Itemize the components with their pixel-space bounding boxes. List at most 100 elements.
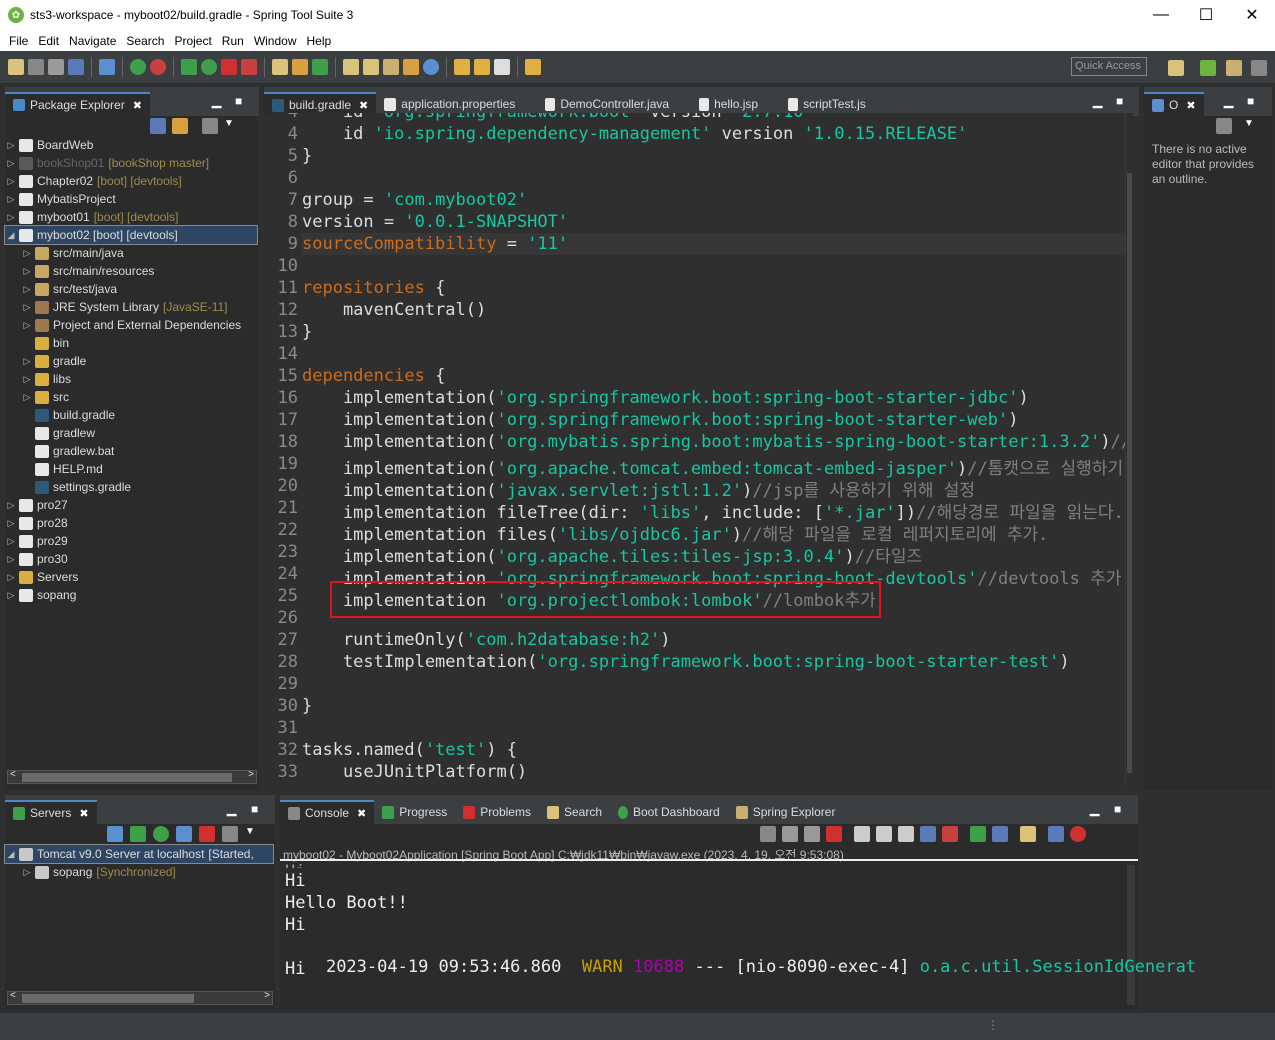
menu-search[interactable]: Search [121,34,169,48]
close-tab-icon[interactable]: ✖ [133,99,142,112]
close-tab-icon[interactable]: ✖ [357,807,366,820]
code-line[interactable]: } [302,322,312,342]
tree-item[interactable]: ▷ pro27 [5,496,257,514]
open-task-icon[interactable] [363,59,379,75]
close-icon[interactable]: ✕ [1229,0,1275,30]
tree-item[interactable]: bin [5,334,257,352]
code-line[interactable]: implementation('org.mybatis.spring.boot:… [302,432,1126,452]
tree-item[interactable]: ▷ pro30 [5,550,257,568]
globe-icon[interactable] [423,59,439,75]
pen-icon[interactable] [383,59,399,75]
menu-edit[interactable]: Edit [33,34,64,48]
tab-progress[interactable]: Progress [374,800,455,824]
code-line[interactable]: repositories { [302,278,445,298]
java-perspective-icon[interactable] [1226,60,1242,76]
start-server-icon[interactable] [130,59,146,75]
code-line[interactable]: } [302,146,312,166]
open-type-icon[interactable] [343,59,359,75]
code-line[interactable]: group = 'com.myboot02' [302,190,527,210]
tab-search[interactable]: Search [539,800,610,824]
prev-annotation-icon[interactable] [454,59,470,75]
minimize-view-icon[interactable]: ▁ [212,94,221,108]
menu-navigate[interactable]: Navigate [64,34,121,48]
start-server-icon[interactable] [130,826,146,842]
code-editor[interactable]: 4 id 'org.springframework.boot' version … [266,113,1126,785]
minimize-icon[interactable]: — [1138,0,1184,30]
spring-perspective-icon[interactable] [1200,60,1216,76]
tree-item[interactable]: build.gradle [5,406,257,424]
folder-icon[interactable] [403,59,419,75]
tree-item[interactable]: ▷ Servers [5,568,257,586]
editor-scrollbar[interactable] [1125,113,1133,785]
chevron-down-icon[interactable]: ▼ [1244,118,1254,129]
print-icon[interactable] [68,59,84,75]
tree-item[interactable]: ▷ bookShop01 [bookShop master] [5,154,257,172]
maximize-view-icon[interactable]: ■ [251,802,258,816]
new-class-icon[interactable] [312,59,328,75]
new-icon[interactable] [8,59,24,75]
console-settings-icon[interactable] [1048,826,1064,842]
menu-window[interactable]: Window [249,34,302,48]
tree-item[interactable]: ▷ libs [5,370,257,388]
skip-breakpoints-icon[interactable] [99,59,115,75]
collapse-all-icon[interactable] [150,118,166,134]
remove-all-icon[interactable] [804,826,820,842]
minimize-view-icon[interactable]: ▁ [1090,802,1099,816]
publish-icon[interactable] [222,826,238,842]
debug-icon[interactable] [181,59,197,75]
tree-item[interactable]: HELP.md [5,460,257,478]
server-item[interactable]: ◢ Tomcat v9.0 Server at localhost [Started… [4,844,274,864]
tree-item[interactable]: gradlew.bat [5,442,257,460]
menu-run[interactable]: Run [217,34,249,48]
tree-item[interactable]: ▷ BoardWeb [5,136,257,154]
menu-help[interactable]: Help [302,34,337,48]
tab-package-explorer[interactable]: Package Explorer ✖ [5,92,150,116]
maximize-view-icon[interactable]: ■ [235,94,242,108]
code-line[interactable]: id 'io.spring.dependency-management' ver… [302,124,967,144]
run-icon[interactable] [201,59,217,75]
close-tab-icon[interactable]: ✖ [79,807,88,820]
tree-item[interactable]: settings.gradle [5,478,257,496]
maximize-view-icon[interactable]: ■ [1116,94,1123,108]
tab-outline[interactable]: O ✖ [1144,92,1204,116]
relaunch-icon[interactable] [150,59,166,75]
tree-item[interactable]: ▷ src [5,388,257,406]
view-menu-icon[interactable] [202,118,218,134]
maximize-icon[interactable]: ☐ [1183,0,1229,30]
debug-perspective-icon[interactable] [1251,60,1267,76]
code-line[interactable]: id 'org.springframework.boot' version '2… [302,113,814,122]
close-tab-icon[interactable]: ✖ [359,99,368,112]
chevron-down-icon[interactable]: ▼ [224,118,234,134]
display-console-icon[interactable] [992,826,1008,842]
quick-access-input[interactable]: Quick Access [1071,57,1147,76]
menu-project[interactable]: Project [169,34,216,48]
debug-server-icon[interactable] [107,826,123,842]
save-icon[interactable] [28,59,44,75]
horizontal-scrollbar[interactable]: < > [7,769,257,784]
tab-servers[interactable]: Servers ✖ [5,800,97,824]
external-tools-icon[interactable] [241,59,257,75]
close-tab-icon[interactable]: ✖ [1186,99,1195,112]
profile-server-icon[interactable] [176,826,192,842]
maximize-view-icon[interactable]: ■ [1114,802,1121,816]
open-console-icon[interactable] [1020,826,1036,842]
minimize-view-icon[interactable]: ▁ [227,802,236,816]
tab-console[interactable]: Console ✖ [280,800,375,824]
tree-item-selected[interactable]: ◢ myboot02 [boot] [devtools] [4,225,258,245]
tree-item[interactable]: ▷ src/main/resources [5,262,257,280]
code-line[interactable]: testImplementation('org.springframework.… [302,652,1070,672]
server-module-item[interactable]: ▷ sopang [Synchronized] [5,863,273,881]
tree-item[interactable]: ▷ Chapter02 [boot] [devtools] [5,172,257,190]
code-line[interactable]: implementation('org.springframework.boot… [302,410,1019,430]
link-editor-icon[interactable] [172,118,188,134]
tab-boot-dashboard[interactable]: Boot Dashboard [610,800,728,824]
forward-icon[interactable] [494,59,510,75]
minimize-view-icon[interactable]: ▁ [1224,94,1233,108]
code-line[interactable]: dependencies { [302,366,445,386]
code-line[interactable]: useJUnitPlatform() [302,762,527,782]
clear-console-icon[interactable] [854,826,870,842]
tree-item[interactable]: gradlew [5,424,257,442]
tree-item[interactable]: ▷ myboot01 [boot] [devtools] [5,208,257,226]
tree-item[interactable]: ▷ MybatisProject [5,190,257,208]
show-stdout-icon[interactable] [920,826,936,842]
